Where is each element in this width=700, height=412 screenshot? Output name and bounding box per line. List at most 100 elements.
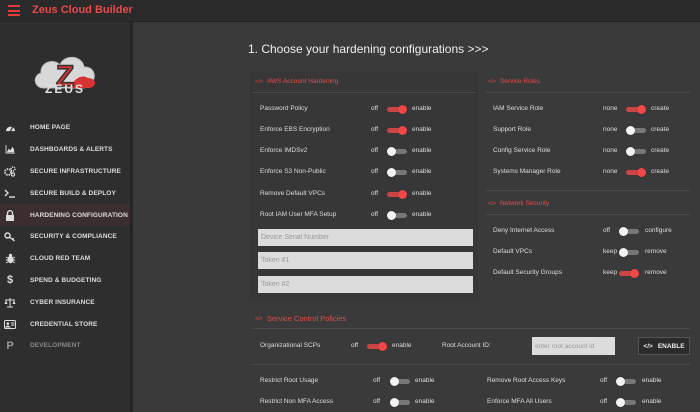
default-vpcs-off-label: keep [603, 248, 618, 255]
deny-internet-access-toggle[interactable] [619, 226, 639, 236]
enforce-s3-non-public-toggle[interactable] [387, 167, 407, 177]
systems-manager-role-off-label: none [603, 168, 618, 175]
sidebar-item-label: DEVELOPMENT [30, 342, 81, 350]
token-2-input[interactable] [258, 276, 473, 293]
sidebar-item-home-page[interactable]: HOME PAGE [0, 117, 130, 139]
enforce-mfa-all-users-label: Enforce MFA All Users [487, 398, 552, 405]
sidebar-item-credential-store[interactable]: CREDENTIAL STORE [0, 313, 130, 335]
enforce-ebs-encryption-on-label: enable [412, 126, 432, 133]
systems-manager-role-on-label: create [651, 168, 670, 175]
support-role-toggle[interactable] [626, 125, 646, 135]
config-service-role-toggle[interactable] [626, 146, 646, 156]
password-policy-label: Password Policy [260, 105, 308, 112]
toggle-knob [626, 125, 635, 135]
sidebar-item-spend-budgeting[interactable]: $ SPEND & BUDGETING [0, 270, 130, 292]
enforce-imdsv2-off-label: off [371, 147, 379, 154]
deny-internet-access-label: Deny Internet Access [493, 227, 555, 234]
sidebar-scroll-rail[interactable] [130, 22, 133, 412]
toggle-knob [630, 268, 639, 278]
sidebar-item-hardening-configuration[interactable]: HARDENING CONFIGURATION [0, 204, 130, 226]
sidebar-item-label: CREDENTIAL STORE [30, 320, 98, 328]
dashboard-gauge-icon [4, 122, 16, 134]
code-icon: </> [488, 200, 496, 207]
code-icon: </> [488, 78, 496, 85]
sidebar: Z ZEUS HOME PAGE DASHBOARDS & ALERTS SEC… [0, 22, 130, 412]
enforce-s3-non-public-on-label: enable [412, 168, 432, 175]
sidebar-item-label: HARDENING CONFIGURATION [30, 211, 128, 219]
dollar-icon: $ [6, 274, 14, 287]
enforce-ebs-encryption-toggle[interactable] [387, 125, 407, 135]
service-roles-section-title: </> Service Roles [488, 78, 540, 85]
enforce-imdsv2-label: Enforce IMDSv2 [260, 147, 308, 154]
restrict-root-usage-label: Restrict Root Usage [260, 377, 319, 384]
remove-root-access-keys-off-label: off [600, 377, 608, 384]
root-iam-user-mfa-setup-label: Root IAM User MFA Setup [260, 211, 337, 218]
remove-root-access-keys-toggle[interactable] [616, 376, 636, 386]
deny-internet-access-off-label: off [603, 227, 611, 234]
remove-default-vpcs-toggle[interactable] [387, 189, 407, 199]
default-security-groups-toggle[interactable] [619, 268, 639, 278]
service-roles-title: Service Roles [499, 78, 541, 85]
enforce-imdsv2-on-label: enable [412, 147, 432, 154]
toggle-knob [616, 376, 625, 386]
sidebar-item-development[interactable]: P DEVELOPMENT [0, 335, 130, 357]
balance-scale-icon [4, 296, 16, 308]
password-policy-toggle[interactable] [387, 104, 407, 114]
token-1-input[interactable] [258, 252, 473, 269]
organizational-scps-label: Organizational SCPs [260, 342, 321, 349]
sidebar-item-dashboards-alerts[interactable]: DASHBOARDS & ALERTS [0, 139, 130, 161]
enable-scp-button[interactable]: </> ENABLE [638, 337, 690, 355]
aws-hardening-section-title: </> AWS Account Hardening [255, 78, 338, 85]
remove-root-access-keys-on-label: enable [642, 377, 662, 384]
systems-manager-role-toggle[interactable] [626, 167, 646, 177]
sidebar-item-label: CYBER INSURANCE [30, 298, 95, 306]
product-hunt-icon: P [6, 339, 14, 352]
iam-service-role-on-label: create [651, 105, 670, 112]
sidebar-item-cloud-red-team[interactable]: CLOUD RED TEAM [0, 248, 130, 270]
remove-default-vpcs-off-label: off [371, 190, 379, 197]
organizational-scps-toggle[interactable] [367, 341, 387, 351]
toggle-knob [616, 397, 625, 407]
sidebar-item-secure-build-deploy[interactable]: SECURE BUILD & DEPLOY [0, 182, 130, 204]
sidebar-item-cyber-insurance[interactable]: CYBER INSURANCE [0, 291, 130, 313]
terminal-icon [4, 187, 16, 199]
toggle-knob [637, 104, 646, 114]
support-role-label: Support Role [493, 126, 531, 133]
default-security-groups-on-label: remove [645, 269, 667, 276]
code-icon: </> [255, 315, 263, 322]
toggle-knob [378, 341, 387, 351]
service-roles-bottom-divider [486, 190, 690, 191]
scp-bottom-divider [252, 364, 690, 365]
default-vpcs-toggle[interactable] [619, 247, 639, 257]
hamburger-menu-icon[interactable] [8, 5, 20, 16]
toggle-knob [387, 167, 396, 177]
remove-default-vpcs-label: Remove Default VPCs [260, 190, 326, 197]
remove-default-vpcs-on-label: enable [412, 190, 432, 197]
sidebar-item-label: CLOUD RED TEAM [30, 255, 91, 263]
enforce-imdsv2-toggle[interactable] [387, 146, 407, 156]
iam-service-role-toggle[interactable] [626, 104, 646, 114]
restrict-root-usage-toggle[interactable] [390, 376, 410, 386]
sidebar-item-security-compliance[interactable]: SECURITY & COMPLIANCE [0, 226, 130, 248]
id-card-icon [4, 318, 16, 330]
toggle-knob [637, 167, 646, 177]
enforce-s3-non-public-label: Enforce S3 Non-Public [260, 168, 326, 175]
support-role-on-label: create [651, 126, 670, 133]
area-chart-icon [4, 144, 16, 156]
restrict-root-usage-off-label: off [373, 377, 381, 384]
restrict-non-mfa-access-off-label: off [373, 398, 381, 405]
network-security-divider [486, 214, 690, 215]
toggle-knob [387, 146, 396, 156]
sidebar-nav: HOME PAGE DASHBOARDS & ALERTS SECURE INF… [0, 117, 130, 357]
restrict-non-mfa-access-toggle[interactable] [390, 397, 410, 407]
app-title: Zeus Cloud Builder [32, 4, 133, 16]
root-iam-user-mfa-setup-toggle[interactable] [387, 210, 407, 220]
device-serial-number-input[interactable] [258, 229, 473, 246]
network-security-title: Network Security [499, 200, 550, 207]
sidebar-item-secure-infrastructure[interactable]: SECURE INFRASTRUCTURE [0, 161, 130, 183]
zeus-logo: Z [34, 56, 96, 94]
enforce-mfa-all-users-toggle[interactable] [616, 397, 636, 407]
sidebar-item-label: SPEND & BUDGETING [30, 276, 102, 284]
toggle-knob [398, 104, 407, 114]
root-account-id-input[interactable] [532, 337, 615, 355]
